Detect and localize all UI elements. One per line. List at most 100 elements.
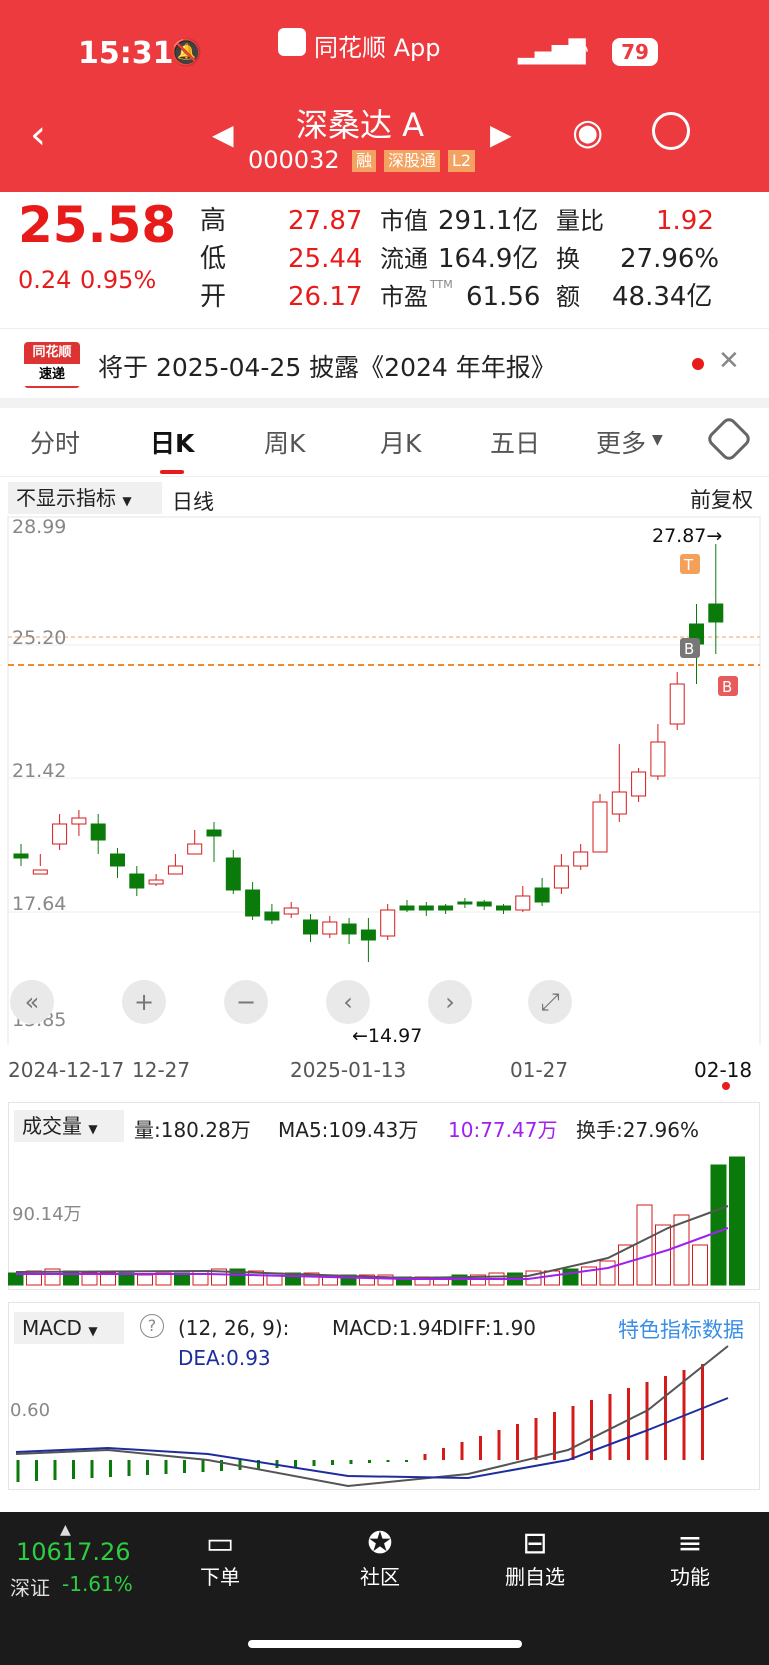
index-name: 深证 (10, 1576, 50, 1600)
high-label: 高 (200, 206, 227, 236)
menu-icon: ≡ (677, 1526, 703, 1561)
tab-indicator (160, 470, 184, 474)
tab-five-day[interactable]: 五日 (490, 424, 540, 460)
app-logo-icon (278, 28, 306, 56)
sell-marker-t-text: T (683, 556, 694, 574)
price-tick-1: 28.99 (12, 516, 66, 538)
price-tick-4: 17.64 (12, 893, 66, 915)
functions-label: 功能 (670, 1565, 710, 1589)
bottom-bar: ▲ 10617.26 深证 -1.61% ▭ 下单 ✪ 社区 ⊟ 删自选 ≡ 功能 (0, 1512, 769, 1665)
turnover-value: 27.96% (620, 244, 720, 274)
community-label: 社区 (360, 1565, 400, 1589)
status-app-name: 同花顺 App (314, 34, 441, 62)
zoom-out-icon[interactable]: − (224, 980, 268, 1024)
candles (13, 544, 724, 962)
candle-body (515, 895, 531, 911)
adjust-label[interactable]: 前复权 (690, 484, 753, 514)
stock-code: 000032 (248, 146, 340, 174)
low-label: 低 (200, 244, 227, 274)
date-tick-3: 2025-01-13 (290, 1058, 407, 1082)
dea-line (15, 1397, 729, 1480)
candle-body (90, 823, 106, 841)
tab-more[interactable]: 更多 (596, 424, 646, 460)
price-tick-2: 25.20 (12, 627, 66, 649)
wifi-icon: ◠ (568, 36, 589, 64)
indicator-select-label: 不显示指标 (16, 486, 116, 510)
candle-body (245, 889, 261, 917)
pe-value: 61.56 (466, 282, 541, 312)
order-icon: ▭ (205, 1526, 235, 1561)
candle-body (71, 817, 87, 825)
high-value: 27.87 (288, 206, 363, 236)
stock-name: 深桑达 A (296, 106, 425, 144)
pe-label: 市盈 (380, 283, 428, 311)
candle-body (32, 869, 48, 875)
candle-body (206, 829, 222, 837)
next-stock-icon[interactable]: ▶ (490, 118, 512, 151)
low-value: 25.44 (288, 244, 363, 274)
pe-ttm-label: TTM (430, 278, 453, 291)
news-text: 将于 2025-04-25 披露《2024 年年报》 (98, 353, 556, 382)
vr-label: 量比 (556, 207, 604, 235)
date-tick-5: 02-18 (694, 1058, 753, 1082)
open-label: 开 (200, 282, 227, 312)
candle-body (380, 909, 396, 937)
candle-body (457, 901, 473, 905)
order-button[interactable]: ▭ 下单 (185, 1526, 255, 1590)
candle-body (225, 857, 241, 891)
candle-body (476, 901, 492, 907)
scroll-left-icon[interactable]: ‹ (326, 980, 370, 1024)
zoom-in-icon[interactable]: + (122, 980, 166, 1024)
divider (0, 328, 769, 329)
candle-body (167, 865, 183, 875)
kline-chart[interactable]: 28.99 25.20 21.42 17.64 13.85 27.87→ ←14… (0, 514, 769, 1044)
vr-value: 1.92 (656, 206, 714, 236)
candle-body (631, 771, 647, 797)
zoom-out-far-icon[interactable]: « (10, 980, 54, 1024)
remove-watchlist-button[interactable]: ⊟ 删自选 (500, 1526, 570, 1590)
functions-button[interactable]: ≡ 功能 (655, 1526, 725, 1590)
community-button[interactable]: ✪ 社区 (345, 1526, 415, 1590)
kline-frame (7, 516, 761, 1044)
expand-icon[interactable]: ▲ (60, 1522, 71, 1538)
volume-select[interactable]: 成交量 ▼ (14, 1110, 124, 1142)
candle-body (708, 603, 724, 623)
candle-body (592, 801, 608, 853)
battery-icon: 79 (612, 38, 658, 66)
volume-bar (544, 1270, 560, 1286)
news-banner[interactable]: 同花顺 速递 将于 2025-04-25 披露《2024 年年报》 ✕ (0, 330, 769, 398)
search-icon[interactable] (652, 112, 690, 150)
candle-body (303, 919, 318, 935)
open-value: 26.17 (288, 282, 363, 312)
price-change: 0.24 (18, 266, 72, 294)
candle-body (13, 853, 29, 859)
candle-body (341, 923, 357, 935)
price-change-pct: 0.95% (80, 266, 157, 294)
macd-bars (16, 1364, 704, 1482)
settings-icon[interactable] (704, 414, 754, 464)
date-tick-4: 01-27 (510, 1058, 569, 1082)
news-logo: 同花顺 速递 (24, 342, 80, 388)
tab-weekly[interactable]: 周K (264, 424, 305, 460)
tab-monthly[interactable]: 月K (380, 424, 421, 460)
order-label: 下单 (200, 1565, 240, 1589)
fullscreen-icon[interactable]: ⤢ (528, 980, 572, 1024)
volume-bar (562, 1268, 579, 1286)
back-icon[interactable]: ‹ (30, 112, 46, 158)
mcap-label: 市值 (380, 207, 428, 235)
volume-bars (8, 1156, 745, 1286)
badge-connect: 深股通 (384, 150, 441, 172)
badge-l2: L2 (448, 150, 476, 172)
scroll-right-icon[interactable]: › (428, 980, 472, 1024)
indicator-select[interactable]: 不显示指标 ▼ (8, 482, 162, 514)
amount-label: 额 (556, 283, 580, 311)
close-icon[interactable]: ✕ (718, 346, 740, 376)
macd-chart (15, 1345, 729, 1488)
tab-daily[interactable]: 日K (150, 424, 194, 460)
prev-stock-icon[interactable]: ◀ (212, 118, 234, 151)
robot-icon[interactable]: ◉ (572, 112, 603, 153)
tab-intraday[interactable]: 分时 (30, 424, 80, 460)
candle-body (611, 791, 627, 815)
candle-body (650, 741, 666, 777)
volume-chart (8, 1156, 745, 1286)
